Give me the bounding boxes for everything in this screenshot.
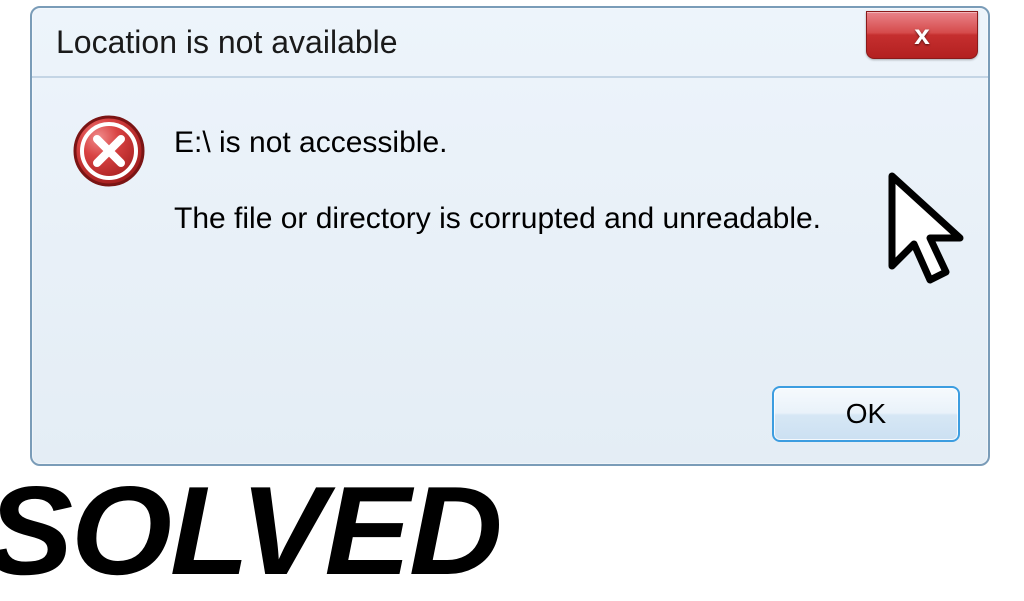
dialog-title: Location is not available — [56, 24, 398, 61]
error-icon — [72, 114, 146, 188]
error-message-primary: E:\ is not accessible. — [174, 126, 948, 160]
solved-overlay-text: SOLVED — [0, 468, 501, 594]
ok-button[interactable]: OK — [772, 386, 960, 442]
dialog-content: E:\ is not accessible. The file or direc… — [32, 78, 988, 358]
message-container: E:\ is not accessible. The file or direc… — [174, 114, 948, 236]
error-dialog: Location is not available x E:\ is n — [30, 6, 990, 466]
button-row: OK — [772, 386, 960, 442]
titlebar: Location is not available x — [32, 8, 988, 78]
ok-button-label: OK — [846, 398, 886, 430]
close-button[interactable]: x — [866, 11, 978, 59]
error-message-secondary: The file or directory is corrupted and u… — [174, 202, 948, 236]
close-icon: x — [914, 19, 930, 51]
